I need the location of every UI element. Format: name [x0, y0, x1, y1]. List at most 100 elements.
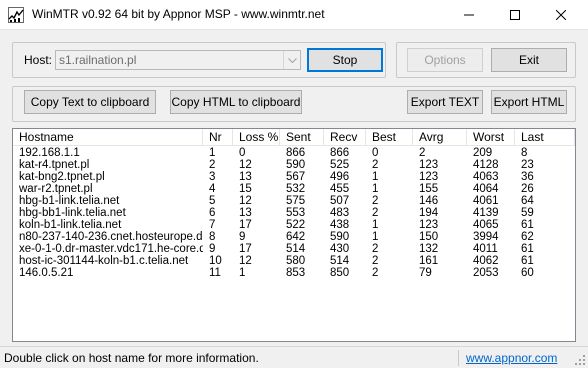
cell-nr: 7: [209, 219, 216, 231]
cell-last: 62: [521, 231, 534, 243]
cell-recv: 525: [330, 159, 350, 171]
cell-hostname[interactable]: hbg-bb1-link.telia.net: [13, 207, 203, 219]
cell-best: 1: [372, 219, 379, 231]
cell-loss: 1: [239, 267, 246, 279]
close-icon: [556, 10, 566, 20]
table-row[interactable]: host-ic-301144-koln-b1.c.telia.net 10 12 58…: [13, 255, 575, 267]
copy-html-button[interactable]: Copy HTML to clipboard: [170, 90, 302, 114]
results-table[interactable]: Hostname Nr Loss % Sent Recv Best Avrg W…: [12, 128, 576, 342]
cell-recv: 430: [330, 243, 350, 255]
cell-best: 2: [372, 207, 379, 219]
cell-loss: 12: [239, 195, 252, 207]
column-header-hostname[interactable]: Hostname: [13, 129, 203, 146]
chevron-down-icon[interactable]: [283, 51, 300, 69]
cell-nr: 1: [209, 147, 216, 159]
cell-nr: 6: [209, 207, 216, 219]
cell-worst: 4065: [473, 219, 499, 231]
cell-worst: 4128: [473, 159, 499, 171]
status-divider: [458, 350, 459, 366]
appnor-link[interactable]: www.appnor.com: [466, 351, 557, 365]
cell-hostname[interactable]: host-ic-301144-koln-b1.c.telia.net: [13, 255, 203, 267]
cell-loss: 17: [239, 219, 252, 231]
maximize-button[interactable]: [492, 0, 538, 30]
cell-last: 64: [521, 195, 534, 207]
table-row[interactable]: kat-r4.tpnet.pl 2 12 590 525 2 123 4128 23: [13, 159, 575, 171]
cell-avrg: 161: [419, 255, 439, 267]
cell-recv: 850: [330, 267, 350, 279]
close-button[interactable]: [538, 0, 584, 30]
cell-hostname[interactable]: n80-237-140-236.cnet.hosteurope.de: [13, 231, 203, 243]
resize-grip-icon[interactable]: [574, 354, 586, 366]
table-row[interactable]: hbg-bb1-link.telia.net 6 13 553 483 2 194 4139 5…: [13, 207, 575, 219]
cell-worst: 4063: [473, 171, 499, 183]
cell-hostname[interactable]: 192.168.1.1: [13, 147, 203, 159]
cell-hostname[interactable]: war-r2.tpnet.pl: [13, 183, 203, 195]
cell-recv: 438: [330, 219, 350, 231]
status-bar: Double click on host name for more infor…: [0, 346, 588, 368]
cell-avrg: 155: [419, 183, 439, 195]
cell-avrg: 123: [419, 171, 439, 183]
table-row[interactable]: war-r2.tpnet.pl 4 15 532 455 1 155 4064 26: [13, 183, 575, 195]
column-header-nr[interactable]: Nr: [203, 129, 233, 146]
cell-last: 8: [521, 147, 528, 159]
cell-sent: 532: [286, 183, 306, 195]
status-message: Double click on host name for more infor…: [4, 351, 259, 365]
cell-sent: 866: [286, 147, 306, 159]
cell-nr: 10: [209, 255, 222, 267]
cell-recv: 496: [330, 171, 350, 183]
cell-best: 0: [372, 147, 379, 159]
table-row[interactable]: kat-bng2.tpnet.pl 3 13 567 496 1 123 4063 36: [13, 171, 575, 183]
stop-button[interactable]: Stop: [307, 48, 383, 72]
table-row[interactable]: 192.168.1.1 1 0 866 866 0 2 209 8: [13, 147, 575, 159]
cell-recv: 507: [330, 195, 350, 207]
cell-avrg: 123: [419, 159, 439, 171]
cell-avrg: 194: [419, 207, 439, 219]
cell-worst: 3994: [473, 231, 499, 243]
cell-hostname[interactable]: koln-b1-link.telia.net: [13, 219, 203, 231]
export-html-button[interactable]: Export HTML: [491, 90, 567, 114]
column-header-worst[interactable]: Worst: [467, 129, 515, 146]
table-row[interactable]: hbg-b1-link.telia.net 5 12 575 507 2 146 4061 64: [13, 195, 575, 207]
cell-loss: 17: [239, 243, 252, 255]
cell-hostname[interactable]: hbg-b1-link.telia.net: [13, 195, 203, 207]
cell-hostname[interactable]: kat-bng2.tpnet.pl: [13, 171, 203, 183]
cell-nr: 4: [209, 183, 216, 195]
cell-recv: 514: [330, 255, 350, 267]
cell-sent: 514: [286, 243, 306, 255]
cell-worst: 4139: [473, 207, 499, 219]
host-input[interactable]: s1.railnation.pl: [59, 53, 136, 67]
column-header-recv[interactable]: Recv: [324, 129, 366, 146]
cell-loss: 12: [239, 159, 252, 171]
cell-sent: 522: [286, 219, 306, 231]
column-header-avrg[interactable]: Avrg: [413, 129, 467, 146]
cell-hostname[interactable]: kat-r4.tpnet.pl: [13, 159, 203, 171]
client-area: Host: s1.railnation.pl Stop Options Exit…: [0, 30, 588, 368]
cell-hostname[interactable]: xe-0-1-0.dr-master.vdc171.he-core.de: [13, 243, 203, 255]
cell-sent: 642: [286, 231, 306, 243]
export-text-button[interactable]: Export TEXT: [407, 90, 483, 114]
exit-button[interactable]: Exit: [491, 48, 567, 72]
table-row[interactable]: n80-237-140-236.cnet.hosteurope.de 8 9 642 5…: [13, 231, 575, 243]
options-button[interactable]: Options: [407, 48, 483, 72]
minimize-button[interactable]: [446, 0, 492, 30]
title-bar[interactable]: WinMTR v0.92 64 bit by Appnor MSP - www.…: [0, 0, 588, 30]
host-combobox[interactable]: s1.railnation.pl: [55, 50, 301, 70]
column-header-sent[interactable]: Sent: [280, 129, 324, 146]
cell-nr: 9: [209, 243, 216, 255]
column-header-last[interactable]: Last: [515, 129, 575, 146]
app-icon: [8, 7, 24, 23]
table-header: Hostname Nr Loss % Sent Recv Best Avrg W…: [13, 129, 575, 146]
maximize-icon: [510, 10, 520, 20]
cell-worst: 4062: [473, 255, 499, 267]
cell-nr: 11: [209, 267, 221, 279]
column-header-best[interactable]: Best: [366, 129, 413, 146]
column-header-loss[interactable]: Loss %: [233, 129, 280, 146]
cell-avrg: 150: [419, 231, 439, 243]
cell-hostname[interactable]: 146.0.5.21: [13, 267, 203, 279]
copy-text-button[interactable]: Copy Text to clipboard: [24, 90, 156, 114]
table-row[interactable]: xe-0-1-0.dr-master.vdc171.he-core.de 9 17 5…: [13, 243, 575, 255]
cell-avrg: 146: [419, 195, 439, 207]
cell-avrg: 132: [419, 243, 439, 255]
table-row[interactable]: 146.0.5.21 11 1 853 850 2 79 2053 60: [13, 267, 575, 279]
table-row[interactable]: koln-b1-link.telia.net 7 17 522 438 1 123 4065 6…: [13, 219, 575, 231]
